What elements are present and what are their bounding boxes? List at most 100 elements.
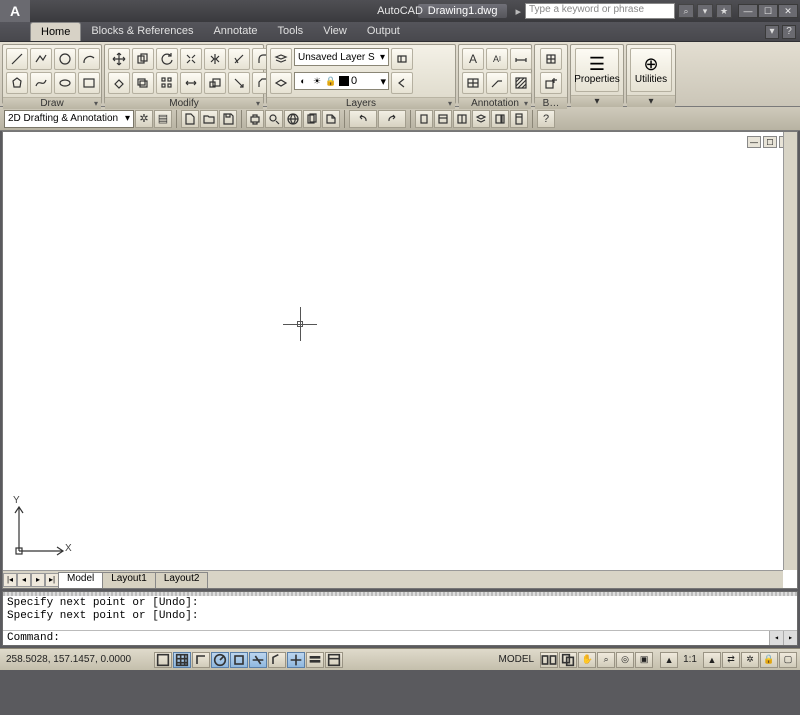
workspace-combo[interactable]: 2D Drafting & Annotation▾ [4, 110, 134, 128]
dyn-input-toggle[interactable] [287, 652, 305, 668]
ducs-toggle[interactable] [268, 652, 286, 668]
text-tool-icon[interactable]: AI [486, 48, 508, 70]
redo-button[interactable] [378, 110, 406, 128]
layer-match-icon[interactable] [391, 48, 413, 70]
polyline-tool-icon[interactable] [30, 48, 52, 70]
leader-tool-icon[interactable] [486, 72, 508, 94]
viewport-minimize-icon[interactable]: — [747, 136, 761, 148]
pan-icon[interactable] [415, 110, 433, 128]
batch-plot-icon[interactable] [322, 110, 340, 128]
quick-view-drawings-icon[interactable] [559, 652, 577, 668]
zoom-statusbar-icon[interactable]: ⌕ [597, 652, 615, 668]
layer-combo[interactable]: ◐ ☀ 🔒 0 ▾ [294, 72, 389, 90]
move-tool-icon[interactable] [108, 48, 130, 70]
ellipse-tool-icon[interactable] [54, 72, 76, 94]
tab-tools[interactable]: Tools [268, 22, 314, 41]
tab-blocks-references[interactable]: Blocks & References [81, 22, 203, 41]
layer-previous-icon[interactable] [391, 72, 413, 94]
vertical-scrollbar[interactable] [783, 132, 797, 570]
layer-iso-icon[interactable] [270, 72, 292, 94]
command-input[interactable]: Command: [3, 631, 769, 645]
close-button[interactable]: ✕ [778, 4, 798, 18]
design-center-icon[interactable] [472, 110, 490, 128]
utilities-button[interactable]: ⊕ Utilities [630, 48, 672, 92]
tab-layout2[interactable]: Layout2 [155, 572, 209, 588]
showmotion-icon[interactable]: ▣ [635, 652, 653, 668]
document-title[interactable]: Drawing1.dwg [418, 4, 508, 18]
toolbar-lock-icon[interactable]: 🔒 [760, 652, 778, 668]
annotation-scale-icon[interactable]: ▲ [660, 652, 678, 668]
workspace-switch-icon[interactable]: ✲ [741, 652, 759, 668]
offset-tool-icon[interactable] [132, 72, 154, 94]
infocenter-star-icon[interactable]: ★ [716, 4, 732, 18]
steering-wheel-icon[interactable]: ◎ [616, 652, 634, 668]
tab-next-icon[interactable]: ▸ [31, 573, 45, 587]
osnap-toggle[interactable] [230, 652, 248, 668]
insert-block-icon[interactable] [540, 48, 562, 70]
help-button[interactable]: ? [782, 25, 796, 39]
dimension-tool-icon[interactable] [510, 48, 532, 70]
create-block-icon[interactable] [540, 72, 562, 94]
stretch-tool-icon[interactable] [180, 72, 202, 94]
tab-last-icon[interactable]: ▸| [45, 573, 59, 587]
app-logo-button[interactable]: A [0, 0, 30, 22]
grid-toggle[interactable] [173, 652, 191, 668]
workspace-settings-icon[interactable]: ✲ [135, 110, 153, 128]
arc-tool-icon[interactable] [78, 48, 100, 70]
tab-annotate[interactable]: Annotate [203, 22, 267, 41]
tab-layout1[interactable]: Layout1 [102, 572, 156, 588]
rectangle-tool-icon[interactable] [78, 72, 100, 94]
trim-tool-icon[interactable] [228, 48, 250, 70]
model-space-toggle[interactable]: MODEL [494, 654, 540, 665]
coordinates-readout[interactable]: 258.5028, 157.1457, 0.0000 [3, 654, 153, 665]
sheet-set-icon[interactable] [303, 110, 321, 128]
help-icon[interactable]: ? [537, 110, 555, 128]
array-tool-icon[interactable] [156, 72, 178, 94]
new-file-icon[interactable] [181, 110, 199, 128]
extend-tool-icon[interactable] [228, 72, 250, 94]
panel-draw-expand-icon[interactable]: ▾ [94, 99, 98, 108]
search-button-icon[interactable]: ⌕ [678, 4, 694, 18]
otrack-toggle[interactable] [249, 652, 267, 668]
tab-prev-icon[interactable]: ◂ [17, 573, 31, 587]
pan-statusbar-icon[interactable]: ✋ [578, 652, 596, 668]
mirror-tool-icon[interactable] [204, 48, 226, 70]
annotation-visibility-icon[interactable]: ▲ [703, 652, 721, 668]
annotation-scale-value[interactable]: 1:1 [678, 654, 702, 665]
print-icon[interactable] [246, 110, 264, 128]
panel-annotation-expand-icon[interactable]: ▾ [524, 99, 528, 108]
workspace-lock-icon[interactable]: ▤ [154, 110, 172, 128]
properties-button[interactable]: ☰ Properties [575, 48, 619, 92]
tab-view[interactable]: View [313, 22, 357, 41]
tool-palettes-icon[interactable] [453, 110, 471, 128]
command-scroll-left-icon[interactable]: ◂ [769, 631, 783, 645]
calculator-icon[interactable] [510, 110, 528, 128]
viewport-restore-icon[interactable]: ☐ [763, 136, 777, 148]
tab-output[interactable]: Output [357, 22, 410, 41]
command-scroll-right-icon[interactable]: ▸ [783, 631, 797, 645]
table-tool-icon[interactable] [462, 72, 484, 94]
polygon-tool-icon[interactable] [6, 72, 28, 94]
markup-icon[interactable] [491, 110, 509, 128]
drawing-canvas[interactable]: — ☐ ✕ Y X |◂ ◂ ▸ ▸| Model Layout1 Layout… [2, 131, 798, 589]
hatch-tool-icon[interactable] [510, 72, 532, 94]
tab-first-icon[interactable]: |◂ [3, 573, 17, 587]
quick-properties-toggle[interactable] [325, 652, 343, 668]
mtext-tool-icon[interactable]: A [462, 48, 484, 70]
zoom-icon[interactable] [434, 110, 452, 128]
ribbon-overflow-icon[interactable]: ▾ [765, 25, 779, 39]
infocenter-toggle-icon[interactable]: ▾ [697, 4, 713, 18]
explode-tool-icon[interactable] [180, 48, 202, 70]
save-file-icon[interactable] [219, 110, 237, 128]
panel-modify-expand-icon[interactable]: ▾ [256, 99, 260, 108]
ortho-toggle[interactable] [192, 652, 210, 668]
erase-tool-icon[interactable] [108, 72, 130, 94]
lineweight-toggle[interactable] [306, 652, 324, 668]
open-file-icon[interactable] [200, 110, 218, 128]
annotation-autoscale-icon[interactable]: ⇄ [722, 652, 740, 668]
spline-tool-icon[interactable] [30, 72, 52, 94]
circle-tool-icon[interactable] [54, 48, 76, 70]
undo-button[interactable] [349, 110, 377, 128]
clean-screen-icon[interactable]: ▢ [779, 652, 797, 668]
maximize-button[interactable]: ☐ [758, 4, 778, 18]
